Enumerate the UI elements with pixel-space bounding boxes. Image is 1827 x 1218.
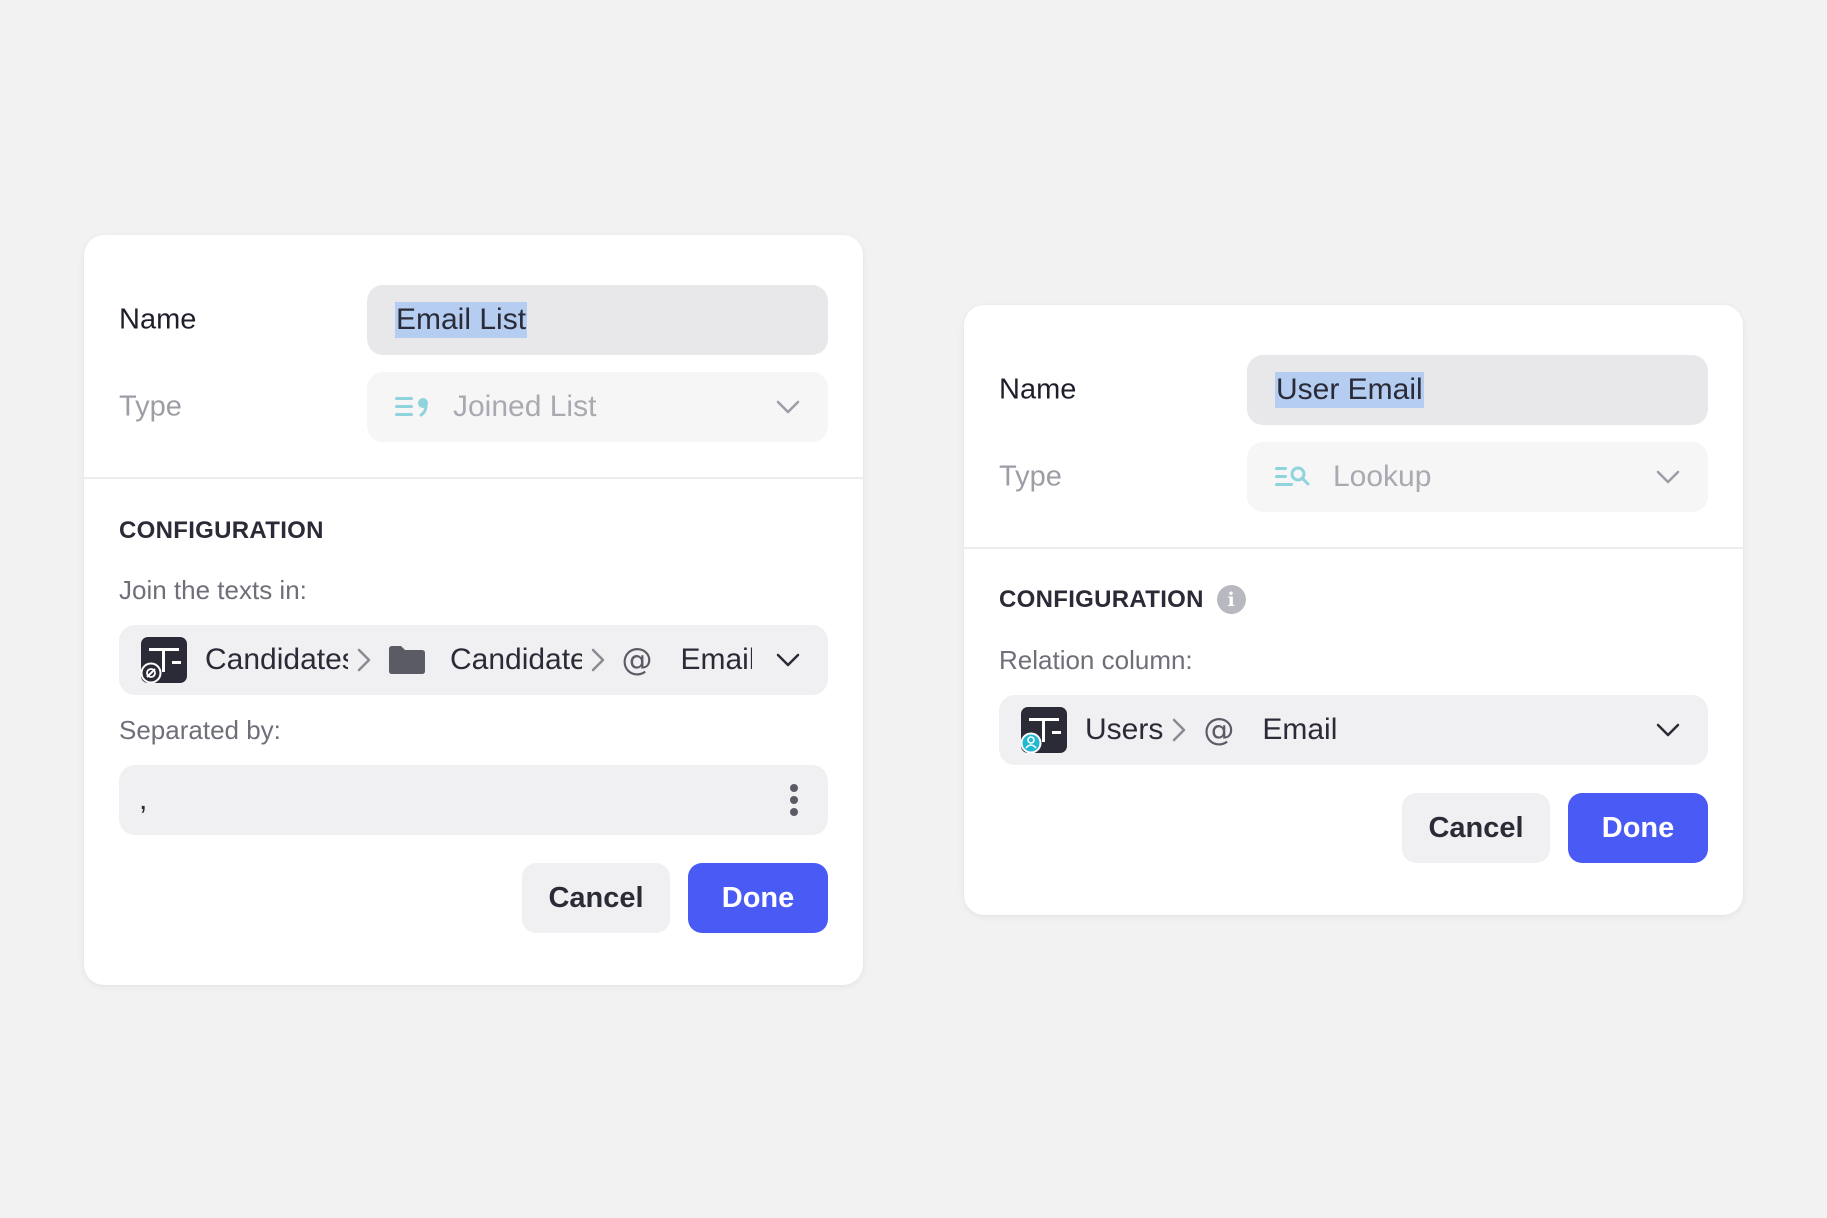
- name-label: Name: [119, 303, 197, 336]
- email-type-icon: @: [1203, 712, 1235, 748]
- field-group-name: Candidate: [449, 643, 582, 676]
- type-select-value: Joined List: [453, 390, 597, 423]
- separator-value: ,: [139, 783, 148, 816]
- name-row: Name User Email: [999, 355, 1708, 425]
- relation-column-select[interactable]: Users @ Email: [999, 695, 1708, 765]
- folder-icon: [388, 645, 426, 675]
- type-row: Type Joined List: [119, 372, 828, 442]
- done-button[interactable]: Done: [1568, 793, 1708, 863]
- lookup-column-dialog: Name User Email Type Lookup CONFIGURATIO…: [964, 305, 1743, 915]
- relation-label: Relation column:: [999, 645, 1193, 675]
- chevron-right-icon: [1171, 717, 1187, 743]
- configuration-heading: CONFIGURATION i: [999, 585, 1246, 614]
- more-options-icon[interactable]: [790, 784, 798, 816]
- column-name: Email: [1262, 713, 1338, 746]
- name-row: Name Email List: [119, 285, 828, 355]
- joined-list-column-dialog: Name Email List Type Joined List CONFIGU…: [84, 235, 863, 985]
- cancel-button[interactable]: Cancel: [1402, 793, 1550, 863]
- chevron-down-icon: [776, 653, 800, 667]
- table-name: Users: [1085, 713, 1164, 746]
- type-label: Type: [119, 390, 182, 423]
- type-row: Type Lookup: [999, 442, 1708, 512]
- name-label: Name: [999, 373, 1077, 406]
- divider: [84, 477, 863, 479]
- chevron-right-icon: [356, 647, 372, 673]
- done-button[interactable]: Done: [688, 863, 828, 933]
- separator-label: Separated by:: [119, 715, 281, 745]
- chevron-right-icon: [590, 647, 606, 673]
- configuration-heading-text: CONFIGURATION: [999, 585, 1204, 613]
- name-input-value: User Email: [1275, 372, 1424, 408]
- configuration-heading-text: CONFIGURATION: [119, 517, 324, 544]
- type-label: Type: [999, 460, 1062, 493]
- email-type-icon: @: [621, 642, 653, 678]
- chevron-down-icon: [776, 400, 800, 414]
- join-column-select[interactable]: Candidates Candidate @ Email: [119, 625, 828, 695]
- type-select-value: Lookup: [1333, 460, 1432, 493]
- divider: [964, 547, 1743, 549]
- joined-list-icon: [395, 394, 433, 420]
- users-table-icon: [1020, 707, 1067, 754]
- chevron-down-icon: [1656, 470, 1680, 484]
- table-icon: [140, 637, 187, 684]
- separator-input[interactable]: ,: [119, 765, 828, 835]
- type-select[interactable]: Joined List: [367, 372, 828, 442]
- type-select[interactable]: Lookup: [1247, 442, 1708, 512]
- column-name: Email: [680, 643, 753, 676]
- chevron-down-icon: [1656, 723, 1680, 737]
- name-input[interactable]: Email List: [367, 285, 828, 355]
- cancel-button[interactable]: Cancel: [522, 863, 670, 933]
- join-label: Join the texts in:: [119, 575, 307, 605]
- table-name: Candidates: [205, 643, 348, 676]
- name-input[interactable]: User Email: [1247, 355, 1708, 425]
- info-icon[interactable]: i: [1216, 585, 1246, 614]
- name-input-value: Email List: [395, 302, 528, 338]
- lookup-icon: [1275, 464, 1313, 490]
- configuration-heading: CONFIGURATION: [119, 517, 324, 545]
